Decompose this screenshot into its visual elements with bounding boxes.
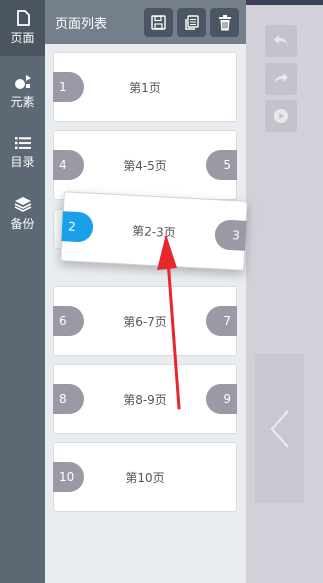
list-icon xyxy=(14,137,31,150)
panel-header: 页面列表 xyxy=(45,0,246,44)
nav-item-elements[interactable]: 元素 xyxy=(0,64,45,120)
page-list-panel: 页面列表 1 第1页 4 第4-5页 5 6 第6-7页 7 8 第8-9页 9… xyxy=(45,0,246,583)
page-card[interactable]: 1 第1页 xyxy=(53,52,237,122)
delete-icon xyxy=(218,14,231,30)
dragging-page-card[interactable]: 2 第2-3页 3 xyxy=(60,191,248,271)
undo-icon xyxy=(274,35,288,46)
redo-button[interactable] xyxy=(265,63,297,95)
nav-item-catalog[interactable]: 目录 xyxy=(0,125,45,181)
redo-icon xyxy=(274,73,288,84)
top-strip xyxy=(246,0,323,5)
nav-item-backup[interactable]: 备份 xyxy=(0,186,45,242)
page-number-right: 3 xyxy=(214,219,247,251)
copy-icon xyxy=(185,15,199,30)
chevron-left-icon xyxy=(270,409,289,448)
page-card-label: 第10页 xyxy=(125,471,165,485)
copy-button[interactable] xyxy=(177,8,206,37)
page-number-right: 9 xyxy=(206,384,237,414)
next-page-button[interactable] xyxy=(255,354,304,503)
nav-item-label: 页面 xyxy=(10,31,35,45)
left-nav: 页面 元素 目录 备份 xyxy=(0,0,45,583)
nav-item-pages[interactable]: 页面 xyxy=(0,0,45,56)
page-icon xyxy=(16,10,30,26)
delete-button[interactable] xyxy=(210,8,239,37)
page-number-right: 5 xyxy=(206,150,237,180)
layers-icon xyxy=(14,197,31,212)
save-icon xyxy=(151,15,166,30)
page-card[interactable]: 8 第8-9页 9 xyxy=(53,364,237,434)
nav-item-label: 目录 xyxy=(10,155,35,169)
save-button[interactable] xyxy=(144,8,173,37)
nav-item-label: 元素 xyxy=(10,95,35,109)
play-icon xyxy=(274,109,288,123)
page-card[interactable]: 4 第4-5页 5 xyxy=(53,130,237,200)
nav-item-label: 备份 xyxy=(10,217,35,231)
page-card[interactable]: 6 第6-7页 7 xyxy=(53,286,237,356)
panel-title: 页面列表 xyxy=(55,17,108,32)
page-card[interactable]: 10 第10页 xyxy=(53,442,237,512)
page-card-label: 第1页 xyxy=(129,81,161,95)
elements-icon xyxy=(14,75,31,89)
play-button[interactable] xyxy=(265,100,297,132)
page-number-right: 7 xyxy=(206,306,237,336)
undo-button[interactable] xyxy=(265,25,297,57)
